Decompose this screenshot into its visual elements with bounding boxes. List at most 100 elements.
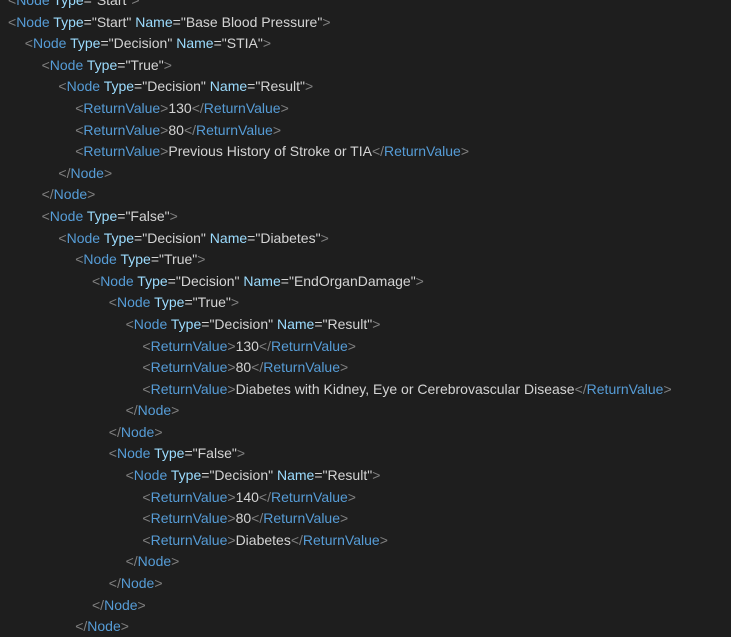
code-line[interactable]: <Node Type="Decision" Name="EndOrganDama… xyxy=(8,271,672,293)
code-line[interactable]: <Node Type="False"> xyxy=(8,206,672,228)
end-tag-open-bracket: </ xyxy=(251,510,264,527)
tag-name: Node xyxy=(32,35,67,52)
attribute-name: Type xyxy=(154,294,185,311)
code-line[interactable]: </Node> xyxy=(8,184,672,206)
code-line[interactable]: <ReturnValue>80</ReturnValue> xyxy=(8,357,672,379)
tag-close-bracket: > xyxy=(120,618,129,635)
attribute-equals: = xyxy=(167,272,176,289)
tag-name: Node xyxy=(116,445,151,462)
attribute-value: Result xyxy=(260,78,301,95)
attribute-equals: = xyxy=(83,0,92,8)
code-line[interactable]: </Node> xyxy=(8,163,672,185)
element-text: 130 xyxy=(168,99,192,116)
tag-open-bracket: < xyxy=(41,56,50,73)
tag-close-bracket: > xyxy=(163,56,172,73)
tag-open-bracket: < xyxy=(142,380,151,397)
attribute-value: Decision xyxy=(113,35,168,52)
tag-close-bracket: > xyxy=(197,251,206,268)
code-line[interactable]: <ReturnValue>Previous History of Stroke … xyxy=(8,141,672,163)
attribute-value: Diabetes xyxy=(260,229,316,246)
tag-open-bracket: < xyxy=(125,315,134,332)
code-line[interactable]: <Node Type="False"> xyxy=(8,443,672,465)
element-text: Diabetes xyxy=(235,531,291,548)
code-line[interactable]: </Node> xyxy=(8,595,672,617)
code-line[interactable]: <ReturnValue>Diabetes with Kidney, Eye o… xyxy=(8,379,672,401)
code-line[interactable]: <ReturnValue>130</ReturnValue> xyxy=(8,98,672,120)
tag-name: ReturnValue xyxy=(150,337,228,354)
code-line[interactable]: <ReturnValue>80</ReturnValue> xyxy=(8,508,672,530)
attribute-name: Type xyxy=(70,35,101,52)
code-line[interactable]: <ReturnValue>130</ReturnValue> xyxy=(8,336,672,358)
tag-open-bracket: < xyxy=(142,337,151,354)
tag-name: Node xyxy=(53,186,88,203)
tag-close-bracket: > xyxy=(663,380,672,397)
tag-close-bracket: > xyxy=(154,423,163,440)
tag-name: ReturnValue xyxy=(384,143,461,160)
attribute-value: False xyxy=(130,207,165,224)
code-line[interactable]: <Node Type="Decision" Name="Result"> xyxy=(8,76,672,98)
end-tag-open-bracket: </ xyxy=(108,423,121,440)
code-line[interactable]: <ReturnValue>140</ReturnValue> xyxy=(8,487,672,509)
end-tag-open-bracket: </ xyxy=(371,143,385,160)
code-line[interactable]: <Node Type="Decision" Name="STIA"> xyxy=(8,33,672,55)
tag-close-bracket: > xyxy=(340,359,349,376)
code-line[interactable]: <Node Type="True"> xyxy=(8,292,672,314)
tag-close-bracket: > xyxy=(305,78,314,95)
end-tag-open-bracket: </ xyxy=(75,618,88,635)
tag-name: Node xyxy=(137,553,172,570)
code-line[interactable]: <Node Type="Start"> xyxy=(8,0,672,12)
code-line[interactable]: </Node> xyxy=(8,400,672,422)
tag-close-bracket: > xyxy=(227,380,236,397)
tag-close-bracket: > xyxy=(227,337,236,354)
code-line[interactable]: </Node> xyxy=(8,551,672,573)
code-line[interactable]: </Node> xyxy=(8,422,672,444)
code-line[interactable]: </Node> xyxy=(8,573,672,595)
attribute-name: Type xyxy=(53,13,84,30)
attribute-name: Type xyxy=(170,315,202,332)
tag-name: Node xyxy=(120,423,155,440)
tag-close-bracket: > xyxy=(171,402,180,419)
code-line[interactable]: <ReturnValue>Diabetes</ReturnValue> xyxy=(8,530,672,552)
tag-name: ReturnValue xyxy=(271,488,348,505)
code-line[interactable]: <Node Type="Start" Name="Base Blood Pres… xyxy=(8,12,672,34)
end-tag-open-bracket: </ xyxy=(574,380,587,397)
code-line[interactable]: <Node Type="True"> xyxy=(8,249,672,271)
xml-code-editor[interactable]: <Node Type="Start"> <Node Type="Start" Na… xyxy=(0,0,731,637)
tag-open-bracket: < xyxy=(125,467,134,484)
tag-name: ReturnValue xyxy=(83,143,161,160)
end-tag-open-bracket: </ xyxy=(290,531,303,548)
attribute-value: Start xyxy=(96,0,127,8)
tag-open-bracket: < xyxy=(24,35,33,52)
attribute-value: Decision xyxy=(180,272,235,289)
tag-close-bracket: > xyxy=(272,121,281,138)
attribute-value: True xyxy=(130,56,159,73)
tag-close-bracket: > xyxy=(320,229,329,246)
tag-name: Node xyxy=(49,56,84,73)
attribute-name: Name xyxy=(243,272,281,289)
tag-name: Node xyxy=(120,575,155,592)
tag-close-bracket: > xyxy=(262,35,272,52)
code-line[interactable]: <Node Type="True"> xyxy=(8,55,672,77)
code-line[interactable]: <Node Type="Decision" Name="Diabetes"> xyxy=(8,228,672,250)
code-line[interactable]: <ReturnValue>80</ReturnValue> xyxy=(8,120,672,142)
code-line[interactable]: </Node> xyxy=(8,616,672,637)
attribute-name: Type xyxy=(154,445,185,462)
attribute-name: Name xyxy=(277,315,315,332)
attribute-value: Decision xyxy=(214,315,269,332)
code-area[interactable]: <Node Type="Start"> <Node Type="Start" Na… xyxy=(8,0,672,637)
attribute-value: Result xyxy=(327,315,368,332)
tag-name: Node xyxy=(116,294,151,311)
tag-name: ReturnValue xyxy=(263,359,341,376)
element-text: 80 xyxy=(235,510,252,527)
tag-open-bracket: < xyxy=(58,78,67,95)
end-tag-open-bracket: </ xyxy=(258,337,271,354)
end-tag-open-bracket: </ xyxy=(125,553,138,570)
code-line[interactable]: <Node Type="Decision" Name="Result"> xyxy=(8,465,672,487)
tag-close-bracket: > xyxy=(379,531,388,548)
code-line[interactable]: <Node Type="Decision" Name="Result"> xyxy=(8,314,672,336)
tag-close-bracket: > xyxy=(372,467,381,484)
tag-open-bracket: < xyxy=(142,359,151,376)
tag-close-bracket: > xyxy=(322,13,331,30)
attribute-value: Decision xyxy=(147,78,201,95)
attribute-equals: = xyxy=(280,272,289,289)
